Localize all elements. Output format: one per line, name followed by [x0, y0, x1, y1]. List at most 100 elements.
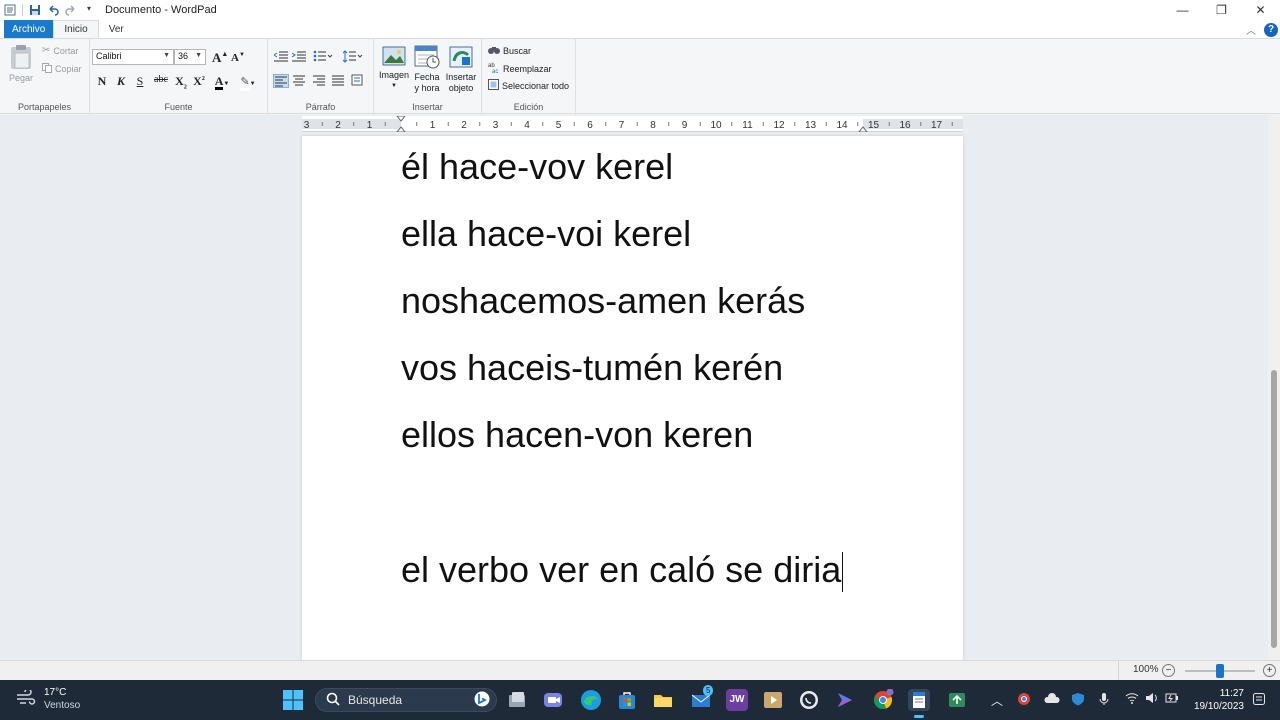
justify-button[interactable]: [331, 74, 347, 88]
jw-library-icon[interactable]: JW: [726, 689, 748, 711]
media-player-icon[interactable]: [762, 689, 784, 711]
select-all-icon: [488, 79, 499, 92]
scrollbar-thumb[interactable]: [1271, 370, 1277, 648]
grow-font-button[interactable]: A▲: [212, 50, 228, 66]
document-line[interactable]: él hace-vov kerel: [401, 146, 673, 188]
zoom-out-button[interactable]: −: [1162, 664, 1175, 677]
start-button[interactable]: [282, 689, 304, 711]
cut-button[interactable]: ✂ Cortar: [42, 45, 78, 56]
document-line[interactable]: ella hace-voi kerel: [401, 213, 691, 255]
close-button[interactable]: ✕: [1241, 0, 1280, 20]
copy-button[interactable]: Copiar: [42, 63, 82, 75]
document-line[interactable]: ellos hacen-von keren: [401, 414, 753, 456]
jw-label-icon: JW: [729, 694, 745, 705]
insert-image-button[interactable]: Imagen ▼: [378, 45, 410, 91]
zoom-in-button[interactable]: +: [1263, 664, 1276, 677]
document-page[interactable]: él hace-vov kerel ella hace-voi kerel no…: [302, 136, 963, 660]
replace-icon: ab ac: [488, 62, 500, 75]
document-line-with-caret[interactable]: el verbo ver en caló se diria: [401, 549, 844, 593]
line-spacing-icon[interactable]: [342, 50, 363, 66]
security-shield-icon[interactable]: [1071, 692, 1085, 709]
insert-datetime-button[interactable]: Fecha y hora: [412, 45, 442, 93]
chrome-tray-icon[interactable]: [1017, 692, 1031, 709]
align-center-button[interactable]: [292, 74, 308, 88]
align-center-icon: [293, 75, 305, 86]
text-color-button[interactable]: A▼: [212, 74, 232, 90]
copy-icon: [42, 63, 52, 75]
italic-button[interactable]: K: [113, 74, 129, 89]
strikethrough-button[interactable]: abc: [150, 74, 172, 85]
system-clock[interactable]: 11:27 19/10/2023: [1190, 687, 1244, 713]
find-button[interactable]: Buscar: [488, 45, 531, 57]
replace-button[interactable]: ab ac Reemplazar: [488, 62, 552, 75]
tab-home[interactable]: Inicio: [53, 20, 99, 38]
paste-button[interactable]: Pegar: [6, 44, 36, 83]
subscript-button[interactable]: X2: [173, 74, 189, 90]
decrease-indent-icon[interactable]: [273, 50, 288, 65]
font-family-select[interactable]: Calibri ▼: [92, 49, 174, 65]
document-line[interactable]: vos haceis-tumén kerén: [401, 347, 783, 389]
edge-browser-icon[interactable]: [580, 689, 602, 711]
horizontal-ruler[interactable]: 3 2 1 1 2 3 4 5 6 7 8 9 10 11 12 13 14 15 16 17: [302, 116, 963, 132]
align-right-button[interactable]: [312, 74, 328, 88]
grow-arrow-icon: ▲: [221, 50, 229, 58]
battery-icon[interactable]: [1165, 692, 1179, 707]
ruler-label: 11: [742, 120, 753, 131]
insert-object-button[interactable]: Insertar objeto: [444, 45, 478, 93]
taskbar-search[interactable]: Búsqueda: [315, 688, 497, 712]
align-right-icon: [313, 75, 325, 86]
wordpad-app-icon: [4, 4, 16, 16]
bullet-list-icon[interactable]: [313, 50, 333, 65]
object-label-2: objeto: [448, 83, 474, 93]
superscript-button[interactable]: X2: [191, 74, 207, 89]
font-size-value: 36: [178, 51, 189, 61]
bing-icon: [474, 691, 490, 710]
microphone-icon[interactable]: [1098, 692, 1110, 709]
tab-file[interactable]: Archivo: [4, 20, 54, 38]
select-all-button[interactable]: Seleccionar todo: [488, 79, 569, 92]
increase-indent-icon[interactable]: [291, 50, 306, 65]
select-all-label: Seleccionar todo: [502, 80, 570, 91]
copilot-app-icon[interactable]: [834, 689, 856, 711]
save-icon[interactable]: [29, 4, 41, 16]
vertical-scrollbar[interactable]: [1268, 115, 1280, 660]
underline-button[interactable]: S: [132, 74, 148, 89]
font-size-select[interactable]: 36 ▼: [174, 49, 206, 65]
ruler-ticks: 3 2 1 1 2 3 4 5 6 7 8 9 10 11 12 13 14 15 16 17: [302, 116, 963, 132]
find-label: Buscar: [503, 46, 532, 56]
chevron-down-icon: ▼: [195, 52, 202, 59]
wifi-icon[interactable]: [1125, 692, 1139, 707]
help-button[interactable]: ?: [1264, 22, 1278, 37]
zoom-slider-handle[interactable]: [1216, 664, 1224, 678]
minimize-button[interactable]: —: [1163, 0, 1202, 20]
redo-icon[interactable]: [65, 4, 77, 16]
task-view-icon[interactable]: [506, 689, 528, 711]
volume-icon[interactable]: [1145, 692, 1159, 707]
bold-button[interactable]: N: [94, 74, 110, 89]
upload-app-icon[interactable]: [946, 689, 968, 711]
paragraph-settings-button[interactable]: [351, 74, 367, 88]
tab-view[interactable]: Ver: [99, 20, 134, 38]
wordpad-taskbar-icon[interactable]: [908, 689, 930, 718]
file-explorer-icon[interactable]: [652, 689, 674, 711]
microsoft-store-icon[interactable]: [616, 689, 638, 711]
highlight-color-button[interactable]: ✎▼: [236, 74, 260, 91]
document-line[interactable]: noshacemos-amen kerás: [401, 280, 805, 322]
customize-toolbar-chevron-icon[interactable]: ▾: [83, 4, 95, 16]
mail-icon[interactable]: 5: [690, 685, 714, 711]
align-left-button[interactable]: [273, 74, 289, 88]
insert-group-label: Insertar: [412, 102, 443, 112]
collapse-ribbon-chevron-icon[interactable]: ︿: [1246, 22, 1256, 37]
onedrive-cloud-icon[interactable]: [1044, 692, 1060, 707]
show-hidden-icons-chevron-icon[interactable]: ︿: [991, 692, 1003, 709]
shrink-font-button[interactable]: A▼: [230, 52, 246, 64]
restore-button[interactable]: ❐: [1202, 0, 1241, 20]
insert-image-label: Imagen: [378, 70, 410, 80]
undo-icon[interactable]: [47, 4, 59, 16]
whatsapp-icon[interactable]: [798, 689, 820, 711]
document-line[interactable]: el verbo ver en caló se diria: [401, 549, 841, 590]
teams-chat-icon[interactable]: [542, 689, 564, 711]
chrome-profile-icon[interactable]: [872, 688, 894, 711]
notifications-icon[interactable]: [1252, 692, 1266, 709]
weather-widget[interactable]: 17°C Ventoso: [16, 686, 80, 712]
